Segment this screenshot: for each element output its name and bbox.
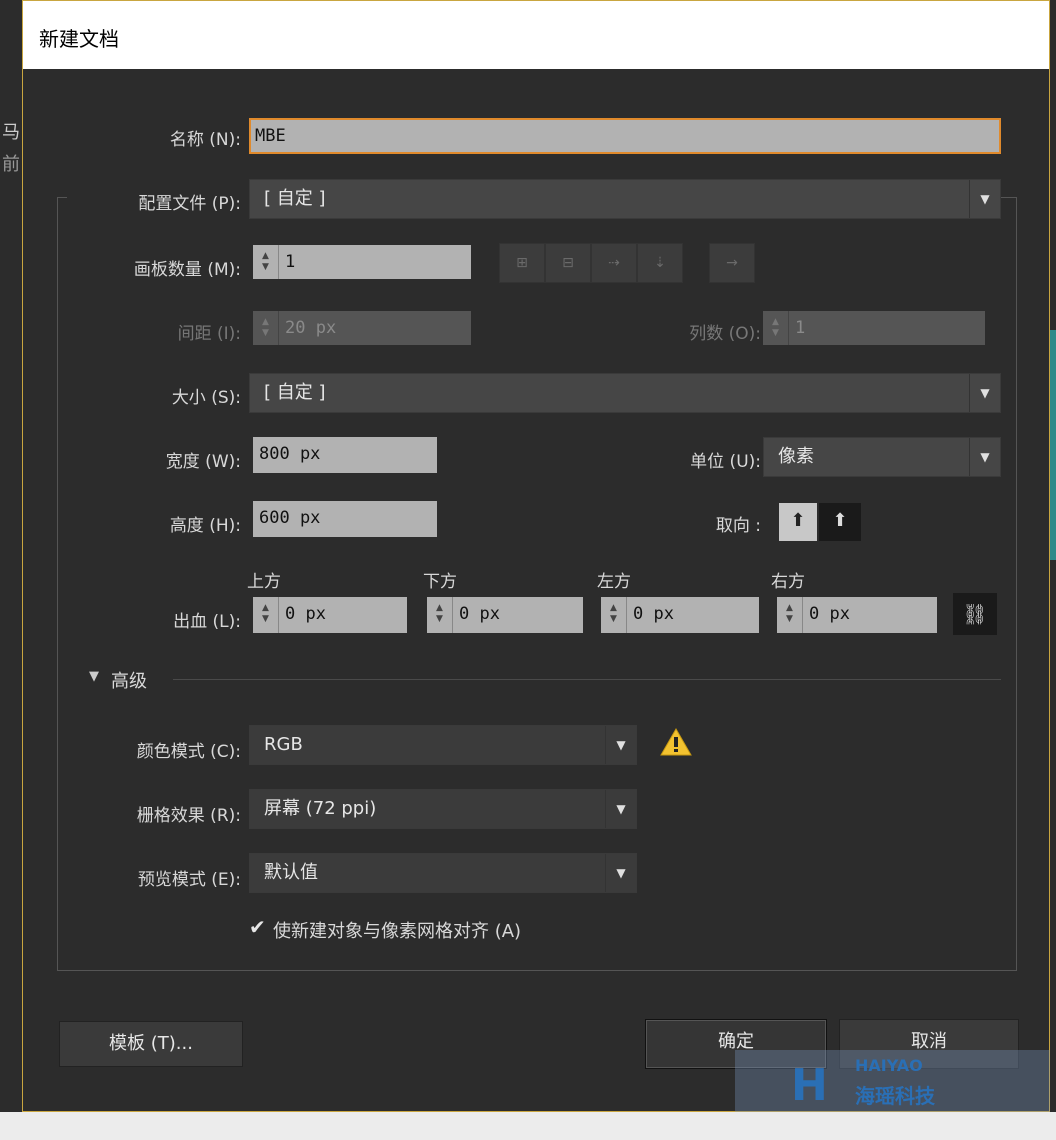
units-value: 像素: [778, 446, 814, 467]
bleed-right-stepper[interactable]: ▲ ▼: [777, 597, 803, 633]
advanced-separator: [173, 679, 1001, 680]
width-input[interactable]: 800 px: [253, 437, 437, 473]
columns-input: 1: [789, 311, 985, 345]
warning-icon: [660, 727, 692, 756]
bleed-top-input[interactable]: 0 px: [279, 597, 407, 633]
units-label: 单位 (U):: [690, 452, 761, 472]
raster-effects-dropdown[interactable]: 屏幕 (72 ppi) ▼: [249, 789, 637, 829]
dialog-titlebar: 新建文档: [23, 1, 1049, 69]
watermark-logo: H HAIYAO 海瑶科技: [735, 1050, 1050, 1112]
bleed-left-input[interactable]: 0 px: [627, 597, 759, 633]
height-label: 高度 (H):: [169, 516, 241, 536]
chevron-down-icon: ▼: [605, 854, 636, 892]
bleed-right-input[interactable]: 0 px: [803, 597, 937, 633]
spacing-stepper: ▲ ▼: [253, 311, 279, 345]
background-text: 前: [2, 154, 20, 175]
background-text: 马: [2, 122, 20, 143]
size-value: [ 自定 ]: [264, 382, 326, 403]
background-app-right: [1050, 0, 1056, 1140]
portrait-orientation-icon[interactable]: ⬆: [779, 503, 817, 541]
bleed-bottom-input[interactable]: 0 px: [453, 597, 583, 633]
profile-label: 配置文件 (P):: [138, 194, 241, 214]
align-pixel-grid-label[interactable]: 使新建对象与像素网格对齐 (A): [273, 917, 521, 943]
orientation-label: 取向 :: [715, 516, 761, 536]
bleed-label: 出血 (L):: [173, 612, 241, 632]
color-mode-value: RGB: [264, 734, 303, 755]
bleed-bottom-label: 下方: [423, 572, 457, 592]
bleed-top-stepper[interactable]: ▲ ▼: [253, 597, 279, 633]
spacing-input: 20 px: [279, 311, 471, 345]
chevron-down-icon: ▼: [605, 726, 636, 764]
dialog-title: 新建文档: [39, 27, 119, 51]
name-label: 名称 (N):: [169, 130, 241, 150]
spacing-label: 间距 (I):: [177, 324, 241, 344]
color-mode-label: 颜色模式 (C):: [136, 742, 241, 762]
profile-dropdown[interactable]: [ 自定 ] ▼: [249, 179, 1001, 219]
grid-by-row-icon[interactable]: ⊞: [499, 243, 545, 283]
columns-stepper: ▲ ▼: [763, 311, 789, 345]
align-pixel-grid-checkbox[interactable]: ✔: [249, 915, 266, 939]
background-app-left: 马 前: [0, 0, 22, 1140]
height-input[interactable]: 600 px: [253, 501, 437, 537]
bleed-bottom-stepper[interactable]: ▲ ▼: [427, 597, 453, 633]
watermark-line2: 海瑶科技: [855, 1084, 935, 1108]
bleed-top-label: 上方: [247, 572, 281, 592]
right-to-left-icon[interactable]: →: [709, 243, 755, 283]
logo-h-icon: H: [791, 1060, 828, 1111]
chevron-down-icon: ▼: [969, 180, 1000, 218]
grid-by-column-icon[interactable]: ⊟: [545, 243, 591, 283]
chevron-down-icon: ▼: [605, 790, 636, 828]
bleed-right-label: 右方: [771, 572, 805, 592]
artboards-label: 画板数量 (M):: [133, 260, 241, 280]
arrange-by-column-icon[interactable]: ⇣: [637, 243, 683, 283]
new-document-dialog: 新建文档 名称 (N): MBE 配置文件 (P): [ 自定 ] ▼ 画板数量…: [22, 0, 1050, 1112]
raster-effects-value: 屏幕 (72 ppi): [264, 798, 377, 819]
artboards-stepper[interactable]: ▲ ▼: [253, 245, 279, 279]
template-button[interactable]: 模板 (T)...: [59, 1021, 243, 1067]
watermark-line1: HAIYAO: [855, 1056, 923, 1075]
chevron-down-icon: ▼: [969, 374, 1000, 412]
color-mode-dropdown[interactable]: RGB ▼: [249, 725, 637, 765]
link-bleed-icon[interactable]: ⛓: [953, 593, 997, 635]
size-dropdown[interactable]: [ 自定 ] ▼: [249, 373, 1001, 413]
columns-label: 列数 (O):: [689, 324, 761, 344]
units-dropdown[interactable]: 像素 ▼: [763, 437, 1001, 477]
chevron-down-icon: ▼: [969, 438, 1000, 476]
bleed-left-label: 左方: [597, 572, 631, 592]
preview-mode-label: 预览模式 (E):: [137, 870, 241, 890]
collapse-triangle-icon[interactable]: ▼: [89, 669, 99, 684]
landscape-orientation-icon[interactable]: ⬆: [819, 503, 861, 541]
profile-value: [ 自定 ]: [264, 188, 326, 209]
background-file-strip: [0, 1112, 1056, 1140]
width-label: 宽度 (W):: [165, 452, 241, 472]
preview-mode-value: 默认值: [264, 862, 318, 883]
advanced-label[interactable]: 高级: [111, 667, 147, 693]
raster-effects-label: 栅格效果 (R):: [136, 806, 241, 826]
size-label: 大小 (S):: [171, 388, 241, 408]
arrange-by-row-icon[interactable]: ⇢: [591, 243, 637, 283]
document-name-input[interactable]: MBE: [249, 118, 1001, 154]
preview-mode-dropdown[interactable]: 默认值 ▼: [249, 853, 637, 893]
bleed-left-stepper[interactable]: ▲ ▼: [601, 597, 627, 633]
artboards-input[interactable]: 1: [279, 245, 471, 279]
